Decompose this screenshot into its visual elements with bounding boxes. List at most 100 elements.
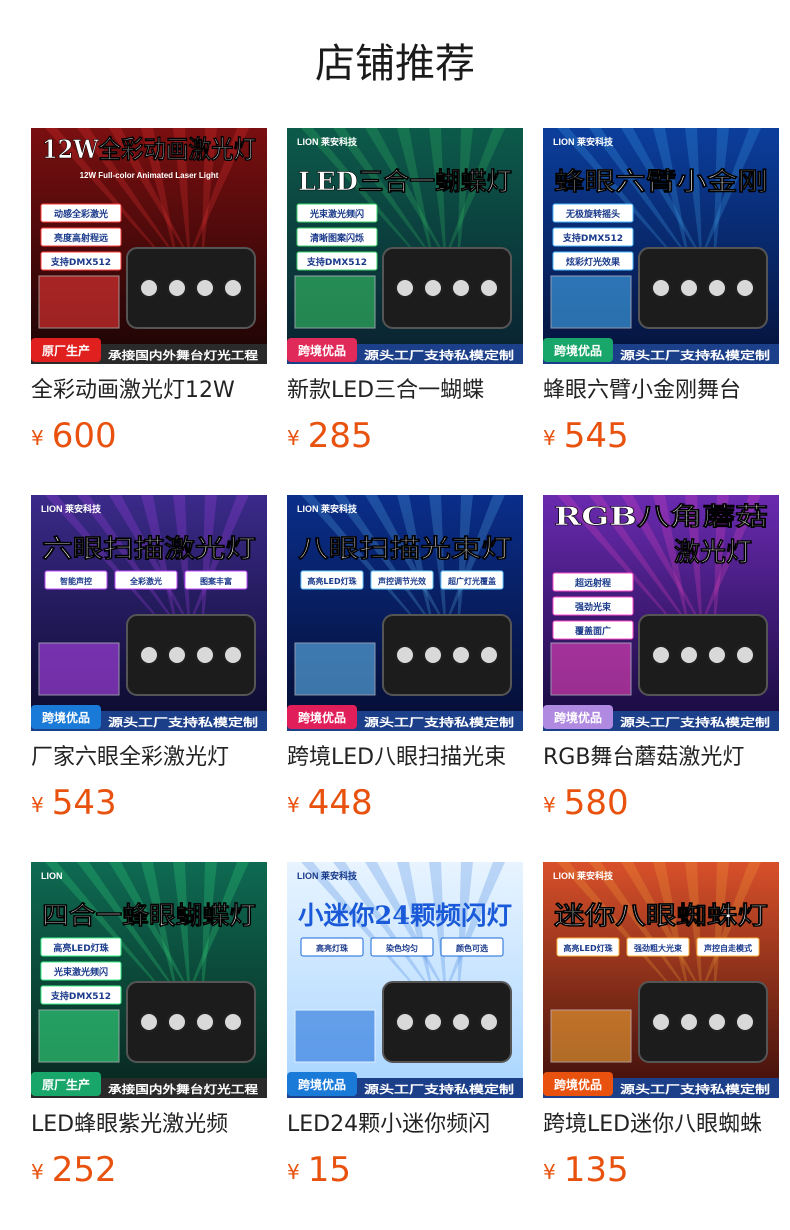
badge-label: 跨境优品	[554, 343, 602, 358]
product-card[interactable]: RGB八角蘑菇 激光灯 超远射程 强劲光束 覆盖面广 跨境优品 源头工厂支持私模定制 RGB舞…	[543, 495, 781, 825]
feature-tag: 高亮LED灯珠	[307, 576, 357, 586]
product-price: ¥543	[31, 781, 117, 825]
product-image[interactable]: LION 莱安科技八眼扫描光束灯高亮LED灯珠 声控调节光效 超广灯光覆盖跨境优品 源…	[287, 495, 523, 731]
feature-tag: 智能声控	[60, 576, 92, 586]
badge-label: 跨境优品	[554, 1077, 602, 1092]
feature-tag: 强劲粗大光束	[634, 943, 683, 953]
price-value: 448	[307, 783, 373, 823]
currency-symbol: ¥	[287, 1160, 300, 1184]
product-name[interactable]: 新款LED三合一蝴蝶	[287, 374, 523, 408]
product-card[interactable]: LION 莱安科技 LED三合一蝴蝶灯 光束激光频闪 清晰图案闪烁 支持DMX512 跨境…	[287, 128, 525, 458]
product-card[interactable]: LION 莱安科技八眼扫描光束灯高亮LED灯珠 声控调节光效 超广灯光覆盖跨境优品 源…	[287, 495, 525, 825]
badge-label: 跨境优品	[42, 710, 90, 725]
feature-tag: 高亮LED灯珠	[563, 943, 613, 953]
footer-slogan: 承接国内外舞台灯光工程	[108, 1082, 258, 1096]
badge-label: 跨境优品	[298, 710, 346, 725]
product-grid: 12W全彩动画激光灯 12W Full-color Animated Laser …	[0, 0, 790, 1230]
feature-tag: 覆盖面广	[575, 625, 611, 637]
banner-headline: 六眼扫描激光灯	[42, 534, 256, 563]
product-price: ¥285	[287, 414, 373, 458]
feature-tag: 声控自走模式	[703, 943, 752, 953]
product-image[interactable]: LION 莱安科技六眼扫描激光灯智能声控全彩激光图案丰富Laser Stage …	[31, 495, 267, 731]
brand-logo: LION	[41, 871, 63, 881]
footer-slogan: 源头工厂支持私模定制	[364, 715, 514, 729]
product-card[interactable]: 12W全彩动画激光灯 12W Full-color Animated Laser …	[31, 128, 269, 458]
shop-recommendation-page: 店铺推荐 12W全彩动画激光灯 12W Full-color Animated L…	[0, 0, 790, 1230]
feature-tag: 动感全彩激光	[54, 208, 108, 220]
feature-tag: 支持DMX512	[306, 256, 367, 268]
banner-headline: RGB八角蘑菇	[554, 502, 768, 531]
product-card[interactable]: LION 莱安科技 小迷你24颗频闪灯 高亮灯珠 染色均匀 颜色可选 跨境优品 源头工厂支持…	[287, 862, 525, 1192]
product-name[interactable]: 厂家六眼全彩激光灯	[31, 741, 267, 775]
price-value: 15	[307, 1150, 351, 1190]
feature-tag: 超广灯光覆盖	[447, 576, 496, 586]
feature-tag: 超远射程	[574, 577, 611, 589]
feature-tag: 炫彩灯光效果	[566, 256, 621, 268]
price-value: 580	[563, 783, 629, 823]
brand-logo: LION 莱安科技	[297, 503, 358, 514]
product-price: ¥600	[31, 414, 117, 458]
feature-tag: 支持DMX512	[562, 232, 623, 244]
product-image[interactable]: LION 莱安科技 迷你八眼蜘蛛灯 高亮LED灯珠 强劲粗大光束 声控自走模式 跨境优品 源…	[543, 862, 779, 1098]
product-image[interactable]: 12W全彩动画激光灯 12W Full-color Animated Laser …	[31, 128, 267, 364]
product-card[interactable]: LION 莱安科技 迷你八眼蜘蛛灯 高亮LED灯珠 强劲粗大光束 声控自走模式 跨境优品 源…	[543, 862, 781, 1192]
price-value: 543	[51, 783, 117, 823]
banner-headline: 迷你八眼蜘蛛灯	[554, 901, 768, 930]
product-price: ¥252	[31, 1148, 117, 1192]
banner-headline: 蜂眼六臂小金刚	[554, 167, 768, 196]
banner-subline: 12W Full-color Animated Laser Light	[80, 171, 219, 180]
product-name[interactable]: 跨境LED迷你八眼蜘蛛	[543, 1108, 779, 1142]
feature-tag: 无极旋转摇头	[565, 208, 620, 220]
footer-slogan: 源头工厂支持私模定制	[364, 1082, 514, 1096]
product-name[interactable]: RGB舞台蘑菇激光灯	[543, 741, 779, 775]
product-name[interactable]: 蜂眼六臂小金刚舞台	[543, 374, 779, 408]
currency-symbol: ¥	[543, 426, 556, 450]
banner-headline: 四合一蜂眼蝴蝶灯	[42, 901, 256, 930]
footer-slogan: 源头工厂支持私模定制	[620, 1082, 770, 1096]
price-value: 545	[563, 416, 629, 456]
feature-tag: 亮度高射程远	[54, 232, 109, 244]
product-card[interactable]: LION 莱安科技六眼扫描激光灯智能声控全彩激光图案丰富Laser Stage …	[31, 495, 269, 825]
footer-slogan: 承接国内外舞台灯光工程	[108, 348, 258, 362]
product-image[interactable]: RGB八角蘑菇 激光灯 超远射程 强劲光束 覆盖面广 跨境优品 源头工厂支持私模定制	[543, 495, 779, 731]
badge-label: 跨境优品	[298, 343, 346, 358]
product-name[interactable]: 全彩动画激光灯12W	[31, 374, 267, 408]
feature-tag: 颜色可选	[456, 943, 488, 953]
product-card[interactable]: LION 莱安科技蜂眼六臂小金刚无极旋转摇头 支持DMX512 炫彩灯光效果跨境优品…	[543, 128, 781, 458]
feature-tag: 清晰图案闪烁	[310, 232, 364, 244]
badge-label: 原厂生产	[42, 1077, 90, 1092]
product-image[interactable]: LION 四合一蜂眼蝴蝶灯高亮LED灯珠 光束激光频闪 支持DMX512 原厂生产 承接国…	[31, 862, 267, 1098]
brand-logo: LION 莱安科技	[553, 136, 614, 147]
feature-tag: 声控调节光效	[377, 576, 426, 586]
product-image[interactable]: LION 莱安科技 LED三合一蝴蝶灯 光束激光频闪 清晰图案闪烁 支持DMX512 跨境…	[287, 128, 523, 364]
feature-tag: 图案丰富	[200, 576, 232, 586]
product-price: ¥448	[287, 781, 373, 825]
currency-symbol: ¥	[31, 1160, 44, 1184]
feature-tag: 支持DMX512	[50, 990, 111, 1002]
product-name[interactable]: 跨境LED八眼扫描光束	[287, 741, 523, 775]
footer-slogan: 源头工厂支持私模定制	[620, 715, 770, 729]
badge-label: 跨境优品	[298, 1077, 346, 1092]
banner-headline: LED三合一蝴蝶灯	[298, 167, 512, 196]
product-image[interactable]: LION 莱安科技蜂眼六臂小金刚无极旋转摇头 支持DMX512 炫彩灯光效果跨境优品…	[543, 128, 779, 364]
feature-tag: 染色均匀	[385, 943, 418, 953]
banner-headline: 八眼扫描光束灯	[298, 534, 512, 563]
price-value: 252	[51, 1150, 117, 1190]
feature-tag: 全彩激光	[129, 576, 162, 586]
banner-headline: 12W全彩动画激光灯	[42, 135, 256, 164]
feature-tag: 高亮LED灯珠	[53, 942, 109, 954]
banner-headline-2: 激光灯	[674, 537, 752, 568]
product-image[interactable]: LION 莱安科技 小迷你24颗频闪灯 高亮灯珠 染色均匀 颜色可选 跨境优品 源头工厂支持…	[287, 862, 523, 1098]
product-card[interactable]: LION 四合一蜂眼蝴蝶灯高亮LED灯珠 光束激光频闪 支持DMX512 原厂生产 承接国…	[31, 862, 269, 1192]
product-name[interactable]: LED24颗小迷你频闪	[287, 1108, 523, 1142]
feature-tag: 光束激光频闪	[309, 208, 364, 220]
banner-headline: 小迷你24颗频闪灯	[298, 901, 512, 930]
currency-symbol: ¥	[543, 1160, 556, 1184]
feature-tag: 光束激光频闪	[53, 966, 108, 978]
footer-slogan: 源头工厂支持私模定制	[108, 715, 258, 729]
currency-symbol: ¥	[287, 793, 300, 817]
feature-tag: 支持DMX512	[50, 256, 111, 268]
product-name[interactable]: LED蜂眼紫光激光频	[31, 1108, 267, 1142]
currency-symbol: ¥	[31, 426, 44, 450]
brand-logo: LION 莱安科技	[41, 503, 102, 514]
